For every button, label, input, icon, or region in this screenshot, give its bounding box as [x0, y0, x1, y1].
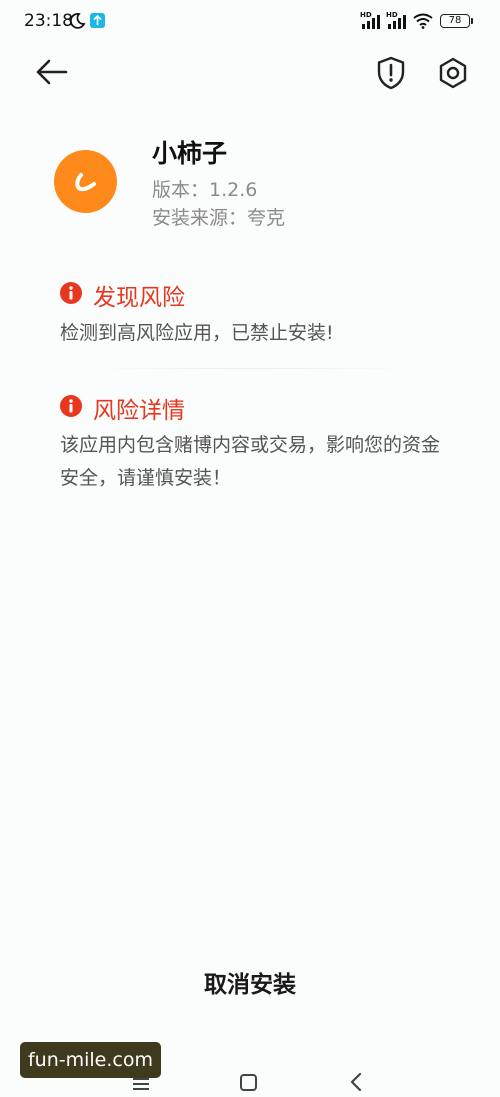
- signal-icon: HD: [360, 11, 382, 29]
- app-version: 版本：1.2.6: [152, 179, 258, 201]
- app-icon: [54, 150, 117, 213]
- moon-icon: [69, 13, 86, 29]
- watermark: fun-mile.com: [20, 1042, 161, 1078]
- install-source: 安装来源：夸克: [152, 207, 286, 229]
- signal-icon: HD: [386, 11, 408, 29]
- gear-icon: [439, 57, 467, 89]
- risk-details-title: 风险详情: [93, 398, 185, 424]
- shield-alert-icon: [377, 56, 405, 90]
- settings-button[interactable]: [434, 54, 472, 92]
- security-button[interactable]: [372, 54, 410, 92]
- back-arrow-icon: [36, 59, 68, 85]
- battery-icon: 78: [440, 14, 470, 28]
- status-time: 23:18: [24, 11, 73, 31]
- cancel-install-button[interactable]: 取消安装: [150, 960, 350, 1010]
- back-icon[interactable]: [349, 1073, 363, 1091]
- risk-found-text: 检测到高风险应用，已禁止安装!: [60, 322, 334, 344]
- app-notification-icon: [90, 13, 105, 28]
- back-button[interactable]: [30, 52, 74, 92]
- divider: [80, 368, 420, 369]
- menu-icon[interactable]: [131, 1076, 151, 1090]
- battery-tip: [471, 18, 473, 24]
- app-name: 小柿子: [152, 139, 228, 168]
- status-bar: 23:18 HD HD 78: [0, 0, 500, 44]
- wifi-icon: [413, 13, 433, 29]
- risk-found-title: 发现风险: [93, 285, 185, 311]
- risk-details-text: 该应用内包含赌博内容或交易，影响您的资金安全，请谨慎安装！: [60, 434, 441, 489]
- warning-icon: [60, 395, 82, 417]
- home-icon[interactable]: [240, 1074, 257, 1091]
- warning-icon: [60, 282, 82, 304]
